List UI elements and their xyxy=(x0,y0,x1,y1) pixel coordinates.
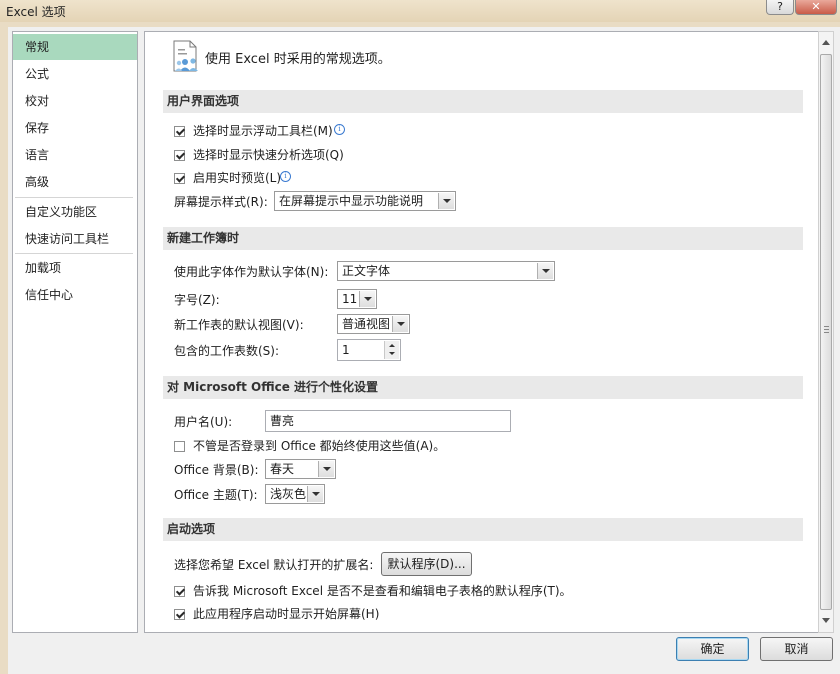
nav-divider xyxy=(15,197,133,198)
nav-item-quick-access-toolbar[interactable]: 快速访问工具栏 xyxy=(13,226,137,252)
default-view-label: 新工作表的默认视图(V): xyxy=(174,318,304,332)
default-font-label: 使用此字体作为默认字体(N): xyxy=(174,265,329,279)
section-personalize: 对 Microsoft Office 进行个性化设置 xyxy=(163,376,803,399)
info-icon: i xyxy=(334,124,345,135)
scroll-down-icon[interactable] xyxy=(822,618,830,623)
chevron-down-icon[interactable] xyxy=(307,486,323,502)
live-preview-label: 启用实时预览(L) xyxy=(193,171,282,185)
cancel-button[interactable]: 取消 xyxy=(760,637,833,661)
nav-item-trust-center[interactable]: 信任中心 xyxy=(13,282,137,308)
default-programs-button[interactable]: 默认程序(D)... xyxy=(381,552,472,576)
nav-item-customize-ribbon[interactable]: 自定义功能区 xyxy=(13,199,137,225)
chevron-down-icon[interactable] xyxy=(537,263,553,279)
start-screen-checkbox[interactable] xyxy=(174,609,185,620)
info-icon: i xyxy=(280,171,291,182)
screentip-style-select[interactable]: 在屏幕提示中显示功能说明 xyxy=(274,191,456,211)
ok-button[interactable]: 确定 xyxy=(676,637,749,661)
chevron-down-icon[interactable] xyxy=(438,193,454,209)
office-background-label: Office 背景(B): xyxy=(174,463,259,477)
office-theme-label: Office 主题(T): xyxy=(174,488,258,502)
office-background-value: 春天 xyxy=(270,462,295,476)
sheet-count-stepper[interactable]: 1 xyxy=(337,339,401,361)
office-theme-select[interactable]: 浅灰色 xyxy=(265,484,325,504)
spin-down-icon[interactable] xyxy=(385,350,399,359)
section-new-workbook: 新建工作簿时 xyxy=(163,227,803,250)
default-font-value: 正文字体 xyxy=(342,264,391,278)
sheet-count-label: 包含的工作表数(S): xyxy=(174,344,280,358)
extensions-label: 选择您希望 Excel 默认打开的扩展名: xyxy=(174,558,374,572)
quick-analysis-checkbox[interactable] xyxy=(174,150,185,161)
options-panel: 使用 Excel 时采用的常规选项。 用户界面选项 选择时显示浮动工具栏(M) … xyxy=(144,31,820,633)
office-background-select[interactable]: 春天 xyxy=(265,459,336,479)
tell-me-default-checkbox[interactable] xyxy=(174,586,185,597)
quick-analysis-label: 选择时显示快速分析选项(Q) xyxy=(193,148,344,162)
font-size-select[interactable]: 11 xyxy=(337,289,377,309)
chevron-down-icon[interactable] xyxy=(392,316,408,332)
username-field[interactable]: 曹亮 xyxy=(265,410,511,432)
nav-item-language[interactable]: 语言 xyxy=(13,142,137,168)
grip-line xyxy=(824,332,829,333)
section-ui-options: 用户界面选项 xyxy=(163,90,803,113)
grip-line xyxy=(824,329,829,330)
default-font-select[interactable]: 正文字体 xyxy=(337,261,555,281)
help-button[interactable]: ? xyxy=(766,0,794,15)
nav-item-advanced[interactable]: 高级 xyxy=(13,169,137,195)
page-description: 使用 Excel 时采用的常规选项。 xyxy=(205,52,391,67)
default-view-value: 普通视图 xyxy=(342,317,391,331)
spin-buttons[interactable] xyxy=(384,341,399,359)
nav-divider xyxy=(15,253,133,254)
nav-item-addins[interactable]: 加载项 xyxy=(13,255,137,281)
office-theme-value: 浅灰色 xyxy=(270,487,307,501)
title-bar: Excel 选项 ? ✕ xyxy=(0,0,840,22)
scroll-thumb[interactable] xyxy=(820,54,832,610)
always-use-label: 不管是否登录到 Office 都始终使用这些值(A)。 xyxy=(193,439,446,453)
section-startup: 启动选项 xyxy=(163,518,803,541)
username-label: 用户名(U): xyxy=(174,415,233,429)
font-size-value: 11 xyxy=(342,292,358,306)
nav-item-save[interactable]: 保存 xyxy=(13,115,137,141)
start-screen-label: 此应用程序启动时显示开始屏幕(H) xyxy=(193,607,380,621)
dialog-client: 常规 公式 校对 保存 语言 高级 自定义功能区 快速访问工具栏 加载项 信任中… xyxy=(8,27,840,674)
sheet-count-value: 1 xyxy=(342,343,350,357)
grip-line xyxy=(824,326,829,327)
font-size-label: 字号(Z): xyxy=(174,293,220,307)
mini-toolbar-checkbox[interactable] xyxy=(174,126,185,137)
mini-toolbar-label: 选择时显示浮动工具栏(M) xyxy=(193,124,333,138)
nav-item-proofing[interactable]: 校对 xyxy=(13,88,137,114)
nav-item-formulas[interactable]: 公式 xyxy=(13,61,137,87)
live-preview-checkbox[interactable] xyxy=(174,173,185,184)
category-nav: 常规 公式 校对 保存 语言 高级 自定义功能区 快速访问工具栏 加载项 信任中… xyxy=(12,31,138,633)
vertical-scrollbar[interactable] xyxy=(818,31,834,633)
nav-item-general[interactable]: 常规 xyxy=(13,34,137,60)
chevron-down-icon[interactable] xyxy=(359,291,375,307)
screentip-style-value: 在屏幕提示中显示功能说明 xyxy=(279,194,424,208)
tell-me-default-label: 告诉我 Microsoft Excel 是否不是查看和编辑电子表格的默认程序(T… xyxy=(193,584,572,598)
general-options-icon xyxy=(173,40,198,72)
chevron-down-icon[interactable] xyxy=(318,461,334,477)
default-view-select[interactable]: 普通视图 xyxy=(337,314,410,334)
username-value: 曹亮 xyxy=(270,414,295,428)
scroll-up-icon[interactable] xyxy=(822,40,830,45)
screentip-style-label: 屏幕提示样式(R): xyxy=(174,195,268,209)
window-title: Excel 选项 xyxy=(6,5,66,19)
close-button[interactable]: ✕ xyxy=(795,0,837,15)
always-use-checkbox[interactable] xyxy=(174,441,185,452)
